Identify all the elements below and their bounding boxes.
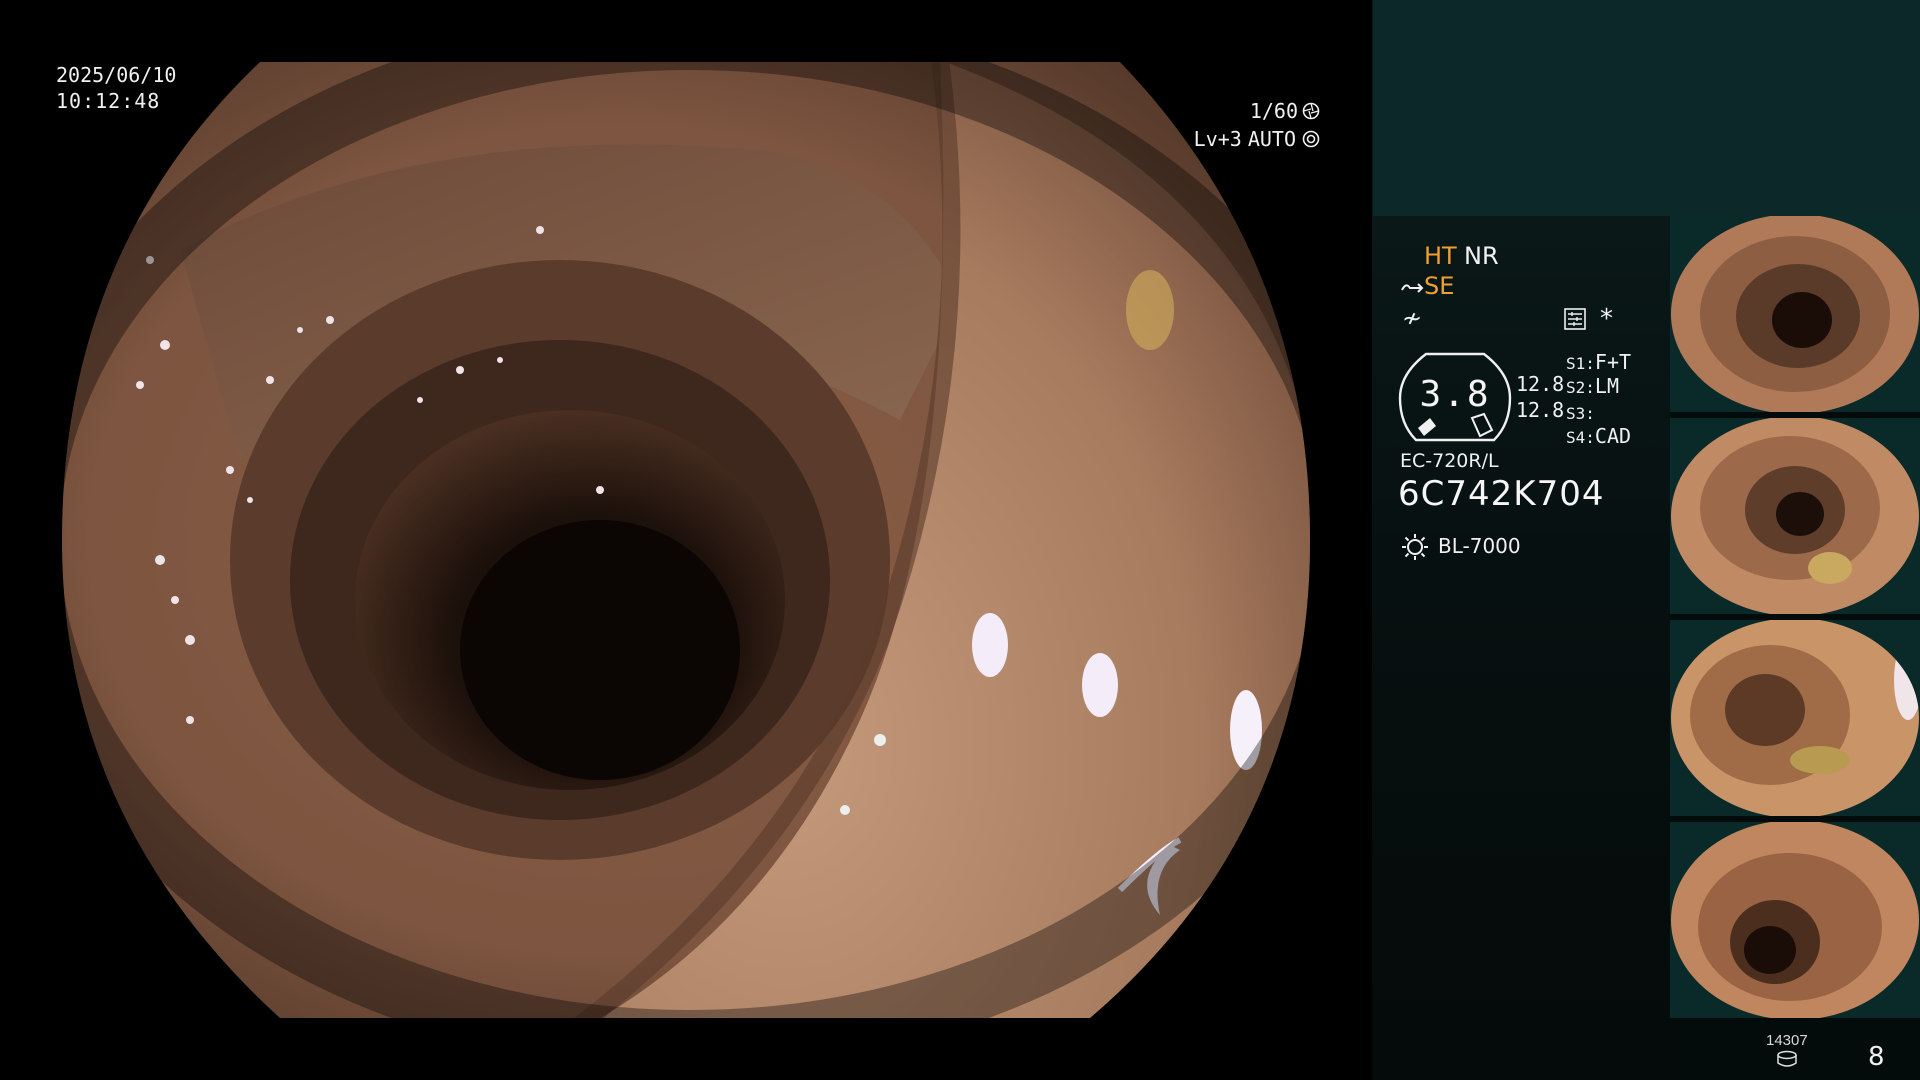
- se-arrow-icon: [1401, 283, 1424, 293]
- gauge-value: 3.8: [1419, 374, 1491, 415]
- capture-thumbnail[interactable]: [1670, 418, 1920, 614]
- switch-s3-key: S3:: [1566, 404, 1595, 423]
- switch-s2-value: LM: [1594, 374, 1619, 398]
- capture-thumbnails: [1670, 216, 1920, 1020]
- capture-thumbnail[interactable]: [1670, 216, 1920, 412]
- gauge-reading-2: 12.8: [1516, 398, 1565, 422]
- info-panel: [1372, 216, 1670, 1080]
- capture-thumbnail[interactable]: [1670, 620, 1920, 816]
- gauge-reading-1: 12.8: [1516, 372, 1565, 396]
- shutter-value: 1/60: [1249, 99, 1298, 123]
- iris-icon: [1302, 130, 1320, 148]
- scale-icon: [1564, 308, 1586, 330]
- aperture-icon: [1302, 102, 1320, 120]
- capture-thumbnail[interactable]: [1670, 822, 1920, 1018]
- switch-s1-value: F+T: [1594, 350, 1632, 374]
- switch-s1-key: S1:: [1566, 354, 1595, 373]
- switch-s3: S3:: [1566, 400, 1595, 424]
- level-value: Lv+3: [1193, 127, 1242, 151]
- level-display: Lv+3 AUTO: [1194, 126, 1320, 152]
- scope-serial: 6C742K704: [1398, 474, 1605, 514]
- iris-mode: AUTO: [1247, 127, 1296, 151]
- asterisk-indicator: *: [1600, 304, 1613, 334]
- ht-indicator: HT: [1424, 242, 1457, 270]
- image-counter-small: 14307: [1766, 1032, 1808, 1049]
- endoscope-image: [0, 0, 1372, 1080]
- switch-s1: S1:F+T: [1566, 350, 1631, 374]
- switch-s4-key: S4:: [1566, 428, 1595, 447]
- f-symbol: ≁: [1402, 304, 1423, 332]
- switch-s2: S2:LM: [1566, 374, 1619, 398]
- light-source-model: BL-7000: [1438, 534, 1521, 558]
- switch-s2-key: S2:: [1566, 378, 1595, 397]
- date-display: 2025/06/10: [56, 63, 177, 87]
- se-indicator: SE: [1424, 272, 1455, 300]
- switch-s4: S4:CAD: [1566, 424, 1631, 448]
- shutter-display: 1/60: [1250, 98, 1320, 124]
- light-bulb-icon: [1402, 534, 1428, 560]
- capture-count: 8: [1868, 1042, 1885, 1072]
- switch-s4-value: CAD: [1594, 424, 1632, 448]
- endoscope-main-view: 2025/06/10 10:12:48 1/60 Lv+3 AUTO: [0, 0, 1372, 1080]
- nr-indicator: NR: [1464, 242, 1499, 270]
- time-display: 10:12:48: [56, 89, 161, 113]
- panel-header-area: [1372, 0, 1920, 216]
- scope-model: EC-720R/L: [1400, 450, 1499, 472]
- disk-icon: [1777, 1050, 1797, 1067]
